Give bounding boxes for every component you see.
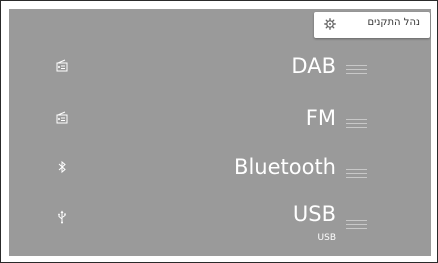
radio-icon (56, 59, 68, 72)
source-row-fm[interactable]: FM (9, 97, 431, 145)
usb-icon (58, 210, 66, 224)
drag-handle-icon[interactable] (346, 119, 367, 129)
drag-handle-icon[interactable] (346, 65, 367, 75)
radio-icon (56, 111, 68, 124)
gear-icon (324, 18, 336, 30)
source-label-usb: USB (292, 202, 336, 226)
source-row-dab[interactable]: DAB (9, 42, 431, 90)
source-row-bluetooth[interactable]: Bluetooth (9, 150, 431, 198)
drag-handle-icon[interactable] (346, 169, 367, 179)
manage-devices-button[interactable]: נהל התקנים (314, 12, 430, 38)
source-label-bluetooth: Bluetooth (234, 155, 336, 179)
source-row-usb[interactable]: USB USB (9, 200, 431, 248)
manage-devices-label: נהל התקנים (367, 17, 420, 28)
display-frame: נהל התקנים DAB FM Bluetooth USB USB (0, 0, 438, 263)
source-sublabel-usb: USB (317, 233, 336, 243)
source-label-dab: DAB (291, 54, 336, 78)
drag-handle-icon[interactable] (346, 220, 367, 230)
bluetooth-icon (58, 160, 66, 174)
audio-source-screen: נהל התקנים DAB FM Bluetooth USB USB (9, 9, 431, 256)
source-label-fm: FM (305, 106, 336, 130)
